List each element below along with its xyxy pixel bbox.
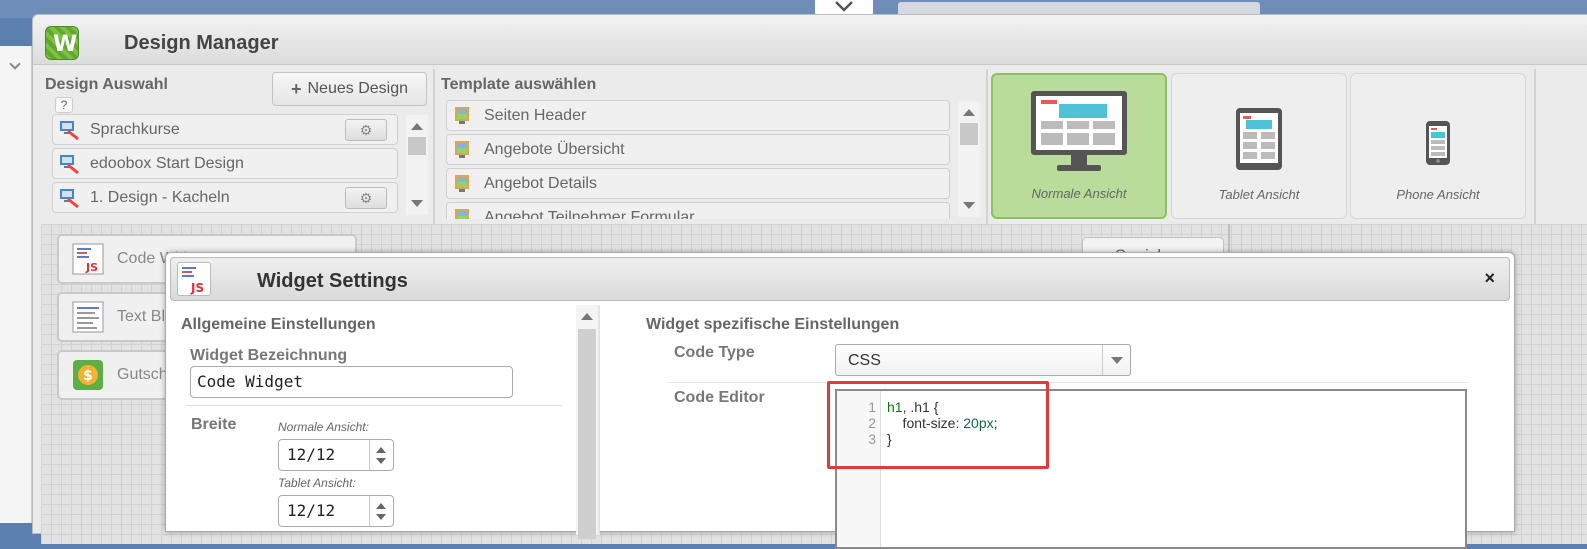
monitor-icon	[1031, 91, 1127, 171]
design-item[interactable]: 1. Design - Kacheln ⚙	[52, 182, 398, 213]
template-icon	[452, 207, 474, 219]
normal-view-label: Normale Ansicht:	[278, 420, 369, 434]
template-list: Seiten Header Angebote Übersicht Angebot…	[446, 100, 952, 219]
template-list-scrollbar[interactable]	[958, 101, 980, 217]
dialog-title: Widget Settings	[257, 270, 408, 292]
design-item[interactable]: Sprachkurse ⚙	[52, 114, 398, 145]
scroll-up-icon[interactable]	[411, 123, 423, 130]
svg-text:$: $	[83, 368, 93, 384]
template-item[interactable]: Angebote Übersicht	[446, 134, 950, 165]
scroll-thumb[interactable]	[578, 329, 596, 539]
gear-icon[interactable]: ⚙	[345, 187, 387, 209]
dialog-titlebar: JS Widget Settings ×	[170, 257, 1510, 301]
template-item-label: Seiten Header	[484, 106, 587, 124]
normal-width-value: 12/12	[287, 445, 336, 464]
template-icon	[452, 139, 474, 161]
design-item-label: edoobox Start Design	[90, 154, 244, 172]
design-item[interactable]: edoobox Start Design	[52, 148, 398, 179]
decrement-icon[interactable]	[376, 458, 386, 464]
code-type-value: CSS	[848, 352, 881, 369]
widget-name-input[interactable]: Code Widget	[190, 366, 513, 398]
design-icon	[58, 119, 80, 141]
increment-icon[interactable]	[376, 447, 386, 453]
tablet-view-label: Tablet Ansicht:	[278, 476, 356, 490]
new-design-button[interactable]: + Neues Design	[272, 72, 427, 106]
svg-text:JS: JS	[190, 281, 204, 295]
divider	[668, 382, 1468, 383]
widget-name-label: Widget Bezeichnung	[190, 347, 348, 364]
normal-width-stepper[interactable]: 12/12	[278, 439, 394, 471]
window-title: Design Manager	[124, 32, 279, 54]
voucher-icon: $	[72, 359, 104, 391]
view-tablet-label: Tablet Ansicht	[1218, 187, 1300, 202]
arrow-icon	[9, 58, 21, 70]
design-manager-titlebar: W Design Manager	[33, 15, 1587, 65]
phone-icon	[1426, 121, 1450, 165]
svg-text:JS: JS	[85, 261, 98, 274]
increment-icon[interactable]	[376, 503, 386, 509]
width-label: Breite	[191, 416, 237, 433]
template-icon	[452, 173, 474, 195]
widget-settings-dialog: JS Widget Settings × Allgemeine Einstell…	[165, 252, 1515, 549]
design-icon	[58, 153, 80, 175]
design-list-scrollbar[interactable]	[406, 115, 428, 215]
scroll-up-icon[interactable]	[963, 109, 975, 116]
template-item[interactable]: Angebot Teilnehmer Formular	[446, 202, 950, 219]
chevron-down-icon	[835, 1, 853, 12]
scroll-thumb[interactable]	[408, 137, 426, 155]
code-icon: JS	[72, 243, 104, 275]
view-normal-label: Normale Ansicht	[1031, 186, 1127, 201]
tablet-width-value: 12/12	[287, 501, 336, 520]
template-section-label: Template auswählen	[441, 76, 597, 93]
tablet-width-stepper[interactable]: 12/12	[278, 495, 394, 527]
code-type-label: Code Type	[674, 344, 755, 361]
view-phone[interactable]: Phone Ansicht	[1350, 73, 1526, 219]
logo-letter: W	[53, 32, 78, 57]
code-widget-icon: JS	[177, 262, 211, 296]
help-button[interactable]: ?	[55, 97, 73, 113]
decrement-icon[interactable]	[376, 514, 386, 520]
divider	[433, 69, 435, 224]
scroll-down-icon[interactable]	[963, 202, 975, 209]
design-item-label: Sprachkurse	[90, 120, 180, 138]
template-item[interactable]: Angebot Details	[446, 168, 950, 199]
new-design-label: Neues Design	[307, 80, 409, 97]
plus-icon: +	[290, 78, 302, 99]
gear-icon[interactable]: ⚙	[345, 119, 387, 141]
template-item-label: Angebote Übersicht	[484, 140, 625, 158]
template-item-label: Angebot Teilnehmer Formular	[484, 208, 695, 220]
specific-settings-heading: Widget spezifische Einstellungen	[646, 316, 900, 333]
text-block-icon	[72, 301, 104, 333]
code-type-select[interactable]: CSS	[835, 344, 1131, 376]
template-item-label: Angebot Details	[484, 174, 597, 192]
template-item[interactable]: Seiten Header	[446, 100, 950, 131]
chevron-down-icon[interactable]	[1102, 345, 1130, 375]
close-icon[interactable]: ×	[1484, 268, 1495, 289]
view-phone-label: Phone Ansicht	[1396, 187, 1480, 202]
left-rail	[0, 46, 32, 523]
tablet-icon	[1236, 108, 1282, 170]
divider	[186, 405, 562, 406]
divider	[598, 305, 600, 535]
stepper-buttons[interactable]	[369, 440, 393, 470]
divider	[986, 69, 988, 224]
design-item-label: 1. Design - Kacheln	[90, 188, 230, 206]
design-icon	[58, 187, 80, 209]
scroll-up-icon[interactable]	[581, 313, 593, 320]
scroll-down-icon[interactable]	[411, 200, 423, 207]
template-icon	[452, 105, 474, 127]
general-settings-heading: Allgemeine Einstellungen	[181, 316, 376, 333]
code-editor-label: Code Editor	[674, 389, 765, 406]
settings-scrollbar[interactable]	[576, 305, 598, 539]
divider	[1534, 69, 1536, 224]
design-section-label: Design Auswahl	[45, 76, 168, 93]
app-logo: W	[45, 26, 79, 60]
scroll-thumb[interactable]	[960, 123, 978, 145]
view-normal[interactable]: Normale Ansicht	[991, 73, 1167, 219]
view-tablet[interactable]: Tablet Ansicht	[1171, 73, 1347, 219]
stepper-buttons[interactable]	[369, 496, 393, 526]
highlight-box	[827, 381, 1049, 469]
